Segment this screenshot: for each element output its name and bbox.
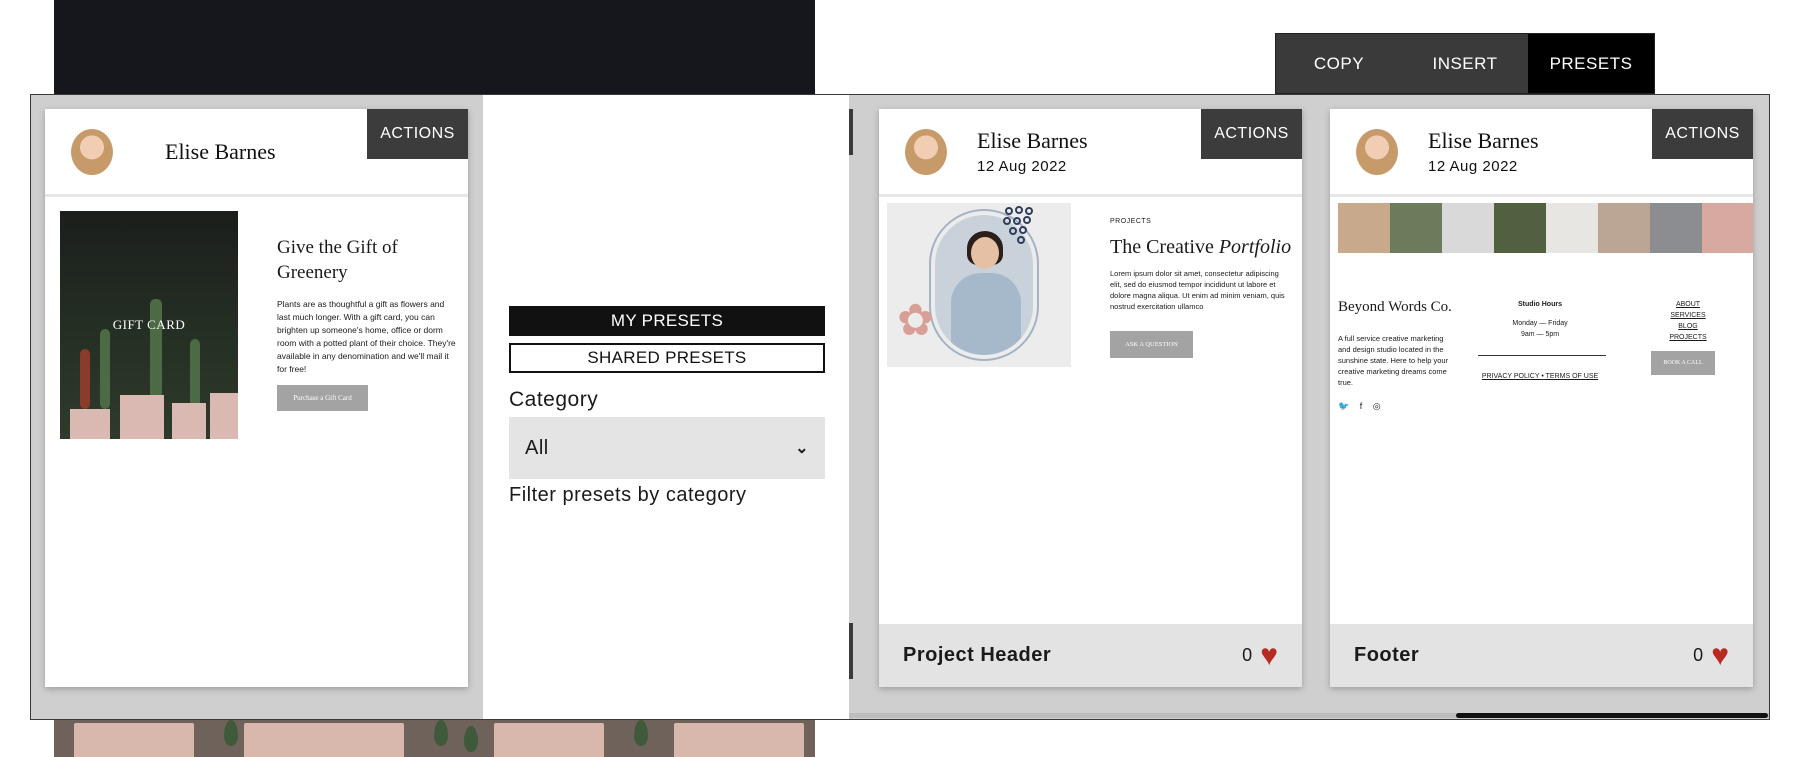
scrollbar-thumb[interactable] [1456, 713, 1768, 718]
purchase-gift-card-button: Purchase a Gift Card [277, 385, 368, 411]
divider [1478, 355, 1606, 356]
social-icons: 🐦 f ◎ [1338, 401, 1385, 411]
background-site-header [54, 0, 815, 94]
author-name: Elise Barnes [165, 138, 276, 164]
like-count: 0 [1693, 645, 1704, 665]
card-header: Elise Barnes 12 Aug 2022 ACTIONS [879, 109, 1302, 197]
nav-link: SERVICES [1670, 312, 1706, 319]
photo-strip [1338, 203, 1753, 253]
project-kicker: PROJECTS [1110, 218, 1152, 225]
gift-card-image: GIFT CARD [60, 211, 238, 439]
project-body: Lorem ipsum dolor sit amet, consectetur … [1110, 269, 1285, 311]
hours-time: 9am — 5pm [1520, 331, 1560, 338]
actions-button[interactable]: ACTIONS [367, 109, 468, 159]
card-header: Elise Barnes 12 Aug 2022 ACTIONS [1330, 109, 1753, 197]
gift-title: Give the Gift of Greenery [277, 237, 398, 283]
ask-question-button: ASK A QUESTION [1110, 331, 1193, 358]
background-site-plants [54, 720, 815, 757]
category-value: All [525, 436, 549, 459]
like-count: 0 [1242, 645, 1253, 665]
author-info: Elise Barnes [165, 139, 276, 165]
actions-button[interactable]: ACTIONS [1201, 109, 1302, 159]
author-info: Elise Barnes 12 Aug 2022 [1428, 128, 1539, 175]
card-footer: Project Header 0 ♥ [879, 624, 1302, 687]
category-label: Category [509, 388, 599, 411]
preset-title: Footer [1354, 644, 1420, 666]
gift-card-label: GIFT CARD [112, 317, 186, 332]
panel-edge-marker [849, 109, 853, 155]
panel-edge-marker [849, 623, 853, 679]
privacy-link: PRIVACY POLICY [1481, 373, 1540, 380]
category-help-text: Filter presets by category [509, 484, 747, 506]
presets-panel: Elise Barnes ACTIONS GIFT CARD Give the … [30, 94, 1770, 720]
preset-toolbar: COPY INSERT PRESETS [1275, 33, 1655, 94]
project-title-italic: Portfolio [1218, 236, 1292, 258]
category-select[interactable]: All ⌄ [509, 417, 825, 479]
preset-date: 12 Aug 2022 [1428, 158, 1518, 175]
flower-decoration: ✿ [897, 296, 934, 345]
preset-card-gift[interactable]: Elise Barnes ACTIONS GIFT CARD Give the … [45, 109, 468, 687]
book-call-button: BOOK A CALL [1651, 351, 1715, 375]
portfolio-portrait: ✿ [887, 203, 1071, 367]
shared-presets-button[interactable]: SHARED PRESETS [509, 343, 825, 373]
author-name: Elise Barnes [1428, 128, 1539, 153]
avatar [71, 128, 113, 175]
hours-days: Monday — Friday [1512, 320, 1568, 327]
preset-title: Project Header [903, 644, 1052, 666]
legal-links: PRIVACY POLICY • TERMS OF USE [1470, 373, 1610, 380]
author-name: Elise Barnes [977, 128, 1088, 153]
preset-filters: MY PRESETS SHARED PRESETS Category All ⌄… [483, 95, 849, 719]
card-footer: Footer 0 ♥ [1330, 624, 1753, 687]
insert-button[interactable]: INSERT [1402, 34, 1528, 93]
heart-icon[interactable]: ♥ [1260, 640, 1278, 671]
brand-name: Beyond Words Co. [1338, 299, 1452, 315]
nav-link: ABOUT [1675, 301, 1701, 308]
avatar [905, 128, 947, 175]
nav-link: BLOG [1678, 323, 1698, 330]
actions-button[interactable]: ACTIONS [1652, 109, 1753, 159]
my-presets-button[interactable]: MY PRESETS [509, 306, 825, 336]
brand-description: A full service creative marketing and de… [1338, 334, 1449, 387]
presets-button[interactable]: PRESETS [1528, 34, 1654, 93]
author-info: Elise Barnes 12 Aug 2022 [977, 128, 1088, 175]
project-title-plain: The Creative [1110, 236, 1214, 258]
card-header: Elise Barnes ACTIONS [45, 109, 468, 197]
preset-card-project-header[interactable]: Elise Barnes 12 Aug 2022 ACTIONS ✿ PROJE… [879, 109, 1302, 687]
legal-separator: • [1541, 373, 1544, 380]
nav-link: PROJECTS [1669, 334, 1707, 341]
chevron-down-icon: ⌄ [795, 440, 809, 457]
studio-hours: Studio Hours Monday — Friday 9am — 5pm [1470, 299, 1610, 340]
heart-icon[interactable]: ♥ [1711, 640, 1729, 671]
footer-nav: ABOUT SERVICES BLOG PROJECTS [1648, 299, 1728, 343]
preset-date: 12 Aug 2022 [977, 158, 1067, 175]
preset-card-footer[interactable]: Elise Barnes 12 Aug 2022 ACTIONS Beyond … [1330, 109, 1753, 687]
gift-body: Plants are as thoughtful a gift as flowe… [277, 299, 456, 374]
hours-title: Studio Hours [1518, 301, 1562, 308]
avatar [1356, 128, 1398, 175]
terms-link: TERMS OF USE [1545, 373, 1599, 380]
project-title: The Creative Portfolio [1110, 236, 1291, 259]
app-stage: COPY INSERT PRESETS Elise Barnes ACTIONS [0, 0, 1800, 757]
copy-button[interactable]: COPY [1276, 34, 1402, 93]
